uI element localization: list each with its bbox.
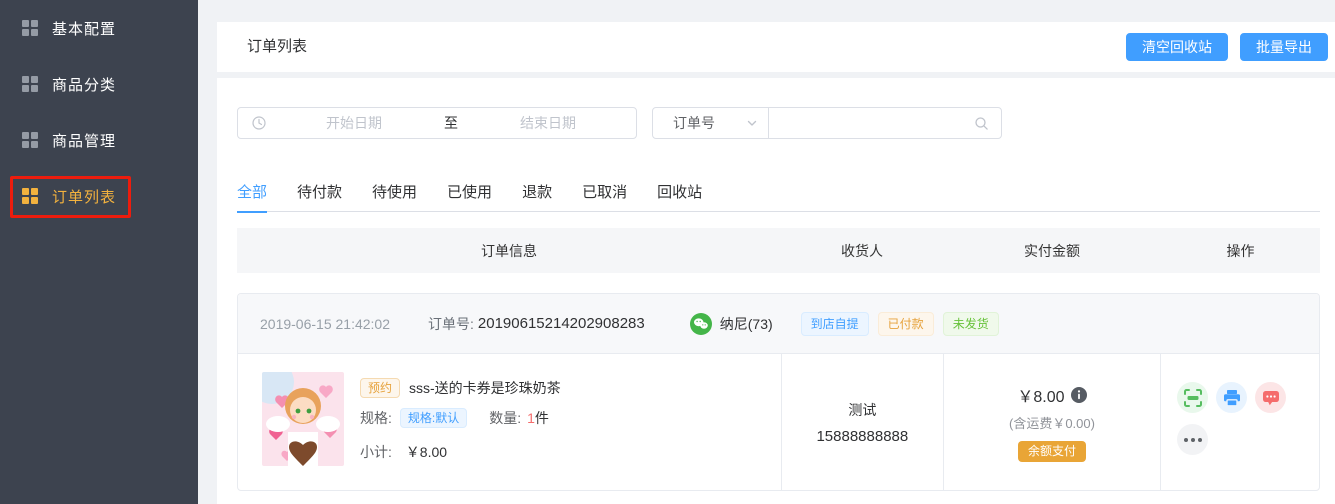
column-order-info: 订单信息 — [237, 241, 781, 261]
tab-all[interactable]: 全部 — [237, 182, 267, 212]
order-status-tabs: 全部 待付款 待使用 已使用 退款 已取消 回收站 — [237, 182, 1320, 212]
subtotal-label: 小计: — [360, 444, 392, 460]
order-no-value: 20190615214202908283 — [478, 315, 645, 332]
sidebar-item-label: 订单列表 — [52, 186, 116, 207]
qty-unit: 件 — [535, 408, 549, 428]
ellipsis-icon — [1182, 438, 1204, 442]
table-header: 订单信息 收货人 实付金额 操作 — [237, 228, 1320, 273]
scan-icon — [1184, 389, 1202, 407]
order-no-label: 订单号: — [428, 314, 474, 334]
spec-label: 规格: — [360, 408, 392, 428]
tab-used[interactable]: 已使用 — [447, 182, 492, 212]
batch-export-button[interactable]: 批量导出 — [1240, 33, 1328, 61]
order-row-header: 2019-06-15 21:42:02 订单号: 201906152142029… — [238, 294, 1319, 354]
tab-cancelled[interactable]: 已取消 — [582, 182, 627, 212]
date-separator: 至 — [434, 113, 468, 133]
more-actions-button[interactable] — [1177, 424, 1208, 455]
sidebar-item-product-management[interactable]: 商品管理 — [0, 112, 198, 168]
end-date-input[interactable] — [468, 115, 628, 131]
info-icon[interactable] — [1071, 387, 1087, 403]
grid-icon — [22, 188, 38, 204]
tab-pending-use[interactable]: 待使用 — [372, 182, 417, 212]
page-title: 订单列表 — [247, 22, 307, 72]
search-group: 订单号 — [652, 107, 1002, 139]
grid-icon — [22, 20, 38, 36]
printer-icon — [1223, 389, 1241, 407]
product-meta: 预约 sss-送的卡券是珍珠奶茶 规格: 规格:默认 数量: 1 件 小计: ￥… — [360, 372, 561, 490]
tab-recycle-bin[interactable]: 回收站 — [657, 182, 702, 212]
chevron-down-icon — [746, 117, 758, 129]
column-receiver: 收货人 — [781, 241, 943, 261]
grid-icon — [22, 132, 38, 148]
tab-pending-payment[interactable]: 待付款 — [297, 182, 342, 212]
status-tag-unshipped: 未发货 — [943, 312, 999, 336]
search-type-select[interactable]: 订单号 — [653, 108, 769, 138]
clock-icon — [252, 116, 266, 130]
qty-value: 1 — [527, 410, 535, 426]
filter-bar: 至 订单号 — [237, 107, 1320, 139]
order-row-body: 预约 sss-送的卡券是珍珠奶茶 规格: 规格:默认 数量: 1 件 小计: ￥… — [238, 354, 1319, 490]
search-input-wrap — [769, 108, 1001, 138]
subtotal-value: ￥8.00 — [406, 444, 447, 460]
message-icon — [1262, 389, 1280, 407]
receiver-cell: 测试 15888888888 — [781, 354, 943, 490]
sidebar-item-label: 商品分类 — [52, 74, 116, 95]
paid-amount: ￥8.00 — [1017, 383, 1064, 407]
order-row: 2019-06-15 21:42:02 订单号: 201906152142029… — [237, 293, 1320, 491]
payment-cell: ￥8.00 (含运费￥0.00) 余额支付 — [943, 354, 1161, 490]
buyer-wrap: 纳尼(73) — [690, 313, 773, 335]
order-list-panel: 至 订单号 全部 待付款 待使用 已使用 退款 已取消 回收站 — [217, 78, 1335, 504]
presale-tag: 预约 — [360, 378, 400, 398]
receiver-phone: 15888888888 — [816, 428, 908, 445]
sidebar-item-basic-config[interactable]: 基本配置 — [0, 0, 198, 56]
column-paid-amount: 实付金额 — [943, 241, 1161, 261]
verify-scan-button[interactable] — [1177, 382, 1208, 413]
product-image[interactable] — [262, 372, 344, 466]
product-title: sss-送的卡券是珍珠奶茶 — [409, 378, 561, 398]
receiver-name: 测试 — [848, 400, 876, 420]
order-status-tags: 到店自提 已付款 未发货 — [801, 312, 1008, 336]
qty-label: 数量: — [489, 408, 521, 428]
page-header: 订单列表 清空回收站 批量导出 — [217, 22, 1335, 72]
grid-icon — [22, 76, 38, 92]
freight-note: (含运费￥0.00) — [1009, 413, 1095, 432]
wechat-icon — [690, 313, 712, 335]
spec-tag: 规格:默认 — [400, 408, 467, 428]
sidebar-item-label: 商品管理 — [52, 130, 116, 151]
status-tag-paid: 已付款 — [878, 312, 934, 336]
payment-method-tag: 余额支付 — [1018, 441, 1086, 462]
sidebar-item-order-list[interactable]: 订单列表 — [0, 168, 198, 224]
order-info-cell: 预约 sss-送的卡券是珍珠奶茶 规格: 规格:默认 数量: 1 件 小计: ￥… — [238, 354, 781, 490]
clear-recycle-button[interactable]: 清空回收站 — [1126, 33, 1228, 61]
sidebar-item-label: 基本配置 — [52, 18, 116, 39]
actions-cell — [1160, 354, 1319, 490]
order-time: 2019-06-15 21:42:02 — [260, 316, 390, 332]
start-date-input[interactable] — [274, 115, 434, 131]
buyer-nickname: 纳尼(73) — [720, 314, 773, 334]
search-type-value: 订单号 — [673, 113, 746, 133]
print-button[interactable] — [1216, 382, 1247, 413]
search-input[interactable] — [769, 108, 974, 138]
sidebar-item-product-category[interactable]: 商品分类 — [0, 56, 198, 112]
date-range-picker[interactable]: 至 — [237, 107, 637, 139]
sidebar: 基本配置 商品分类 商品管理 订单列表 — [0, 0, 198, 504]
message-button[interactable] — [1255, 382, 1286, 413]
tab-refund[interactable]: 退款 — [522, 182, 552, 212]
status-tag-pickup: 到店自提 — [801, 312, 869, 336]
column-actions: 操作 — [1161, 241, 1320, 261]
search-icon — [974, 116, 989, 131]
